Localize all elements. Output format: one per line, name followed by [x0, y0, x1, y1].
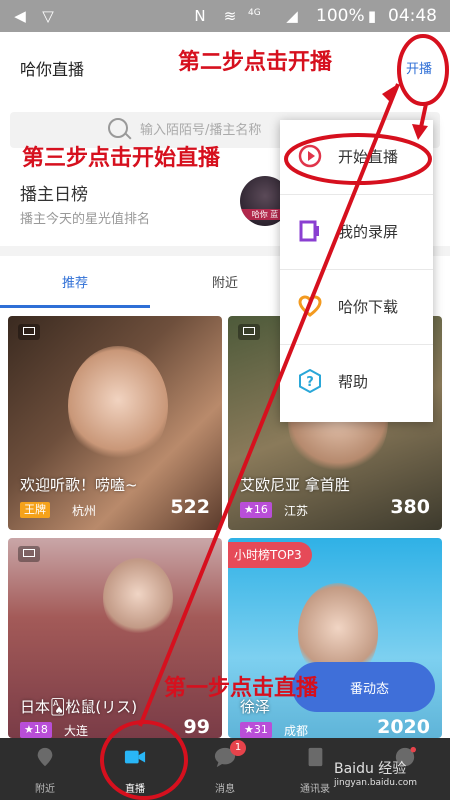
- battery-percent: 100%: [316, 6, 365, 26]
- ranking-title[interactable]: 播主日榜: [20, 180, 88, 205]
- start-live-menu: 开始直播 我的录屏 哈你下载 ? 帮助: [280, 120, 433, 422]
- streamer-photo: [68, 346, 168, 466]
- level-badge: ★18: [20, 722, 52, 738]
- tab-nearby[interactable]: 附近: [212, 272, 238, 291]
- back-circle-icon: ◀: [14, 7, 26, 25]
- screen-icon: [18, 324, 40, 340]
- unread-badge: 1: [230, 740, 246, 756]
- card-title: 艾欧尼亚 拿首胜: [240, 476, 350, 494]
- menu-item-label: 哈你下载: [338, 298, 399, 316]
- status-bar: ◀ ▽ N ≋ 4G ◢ 100% ▮ 04:48: [0, 0, 450, 32]
- level-value: 16: [253, 503, 268, 516]
- network-type: 4G: [248, 8, 261, 18]
- nav-messages[interactable]: 1 消息: [180, 738, 270, 800]
- help-icon: ?: [299, 369, 321, 393]
- menu-item-help[interactable]: ? 帮助: [280, 345, 433, 419]
- wifi-icon: ≋: [223, 7, 237, 25]
- annotation-step3: 第三步点击开始直播: [22, 146, 221, 171]
- card-title: 欢迎听歌！唠嗑~: [20, 476, 138, 494]
- watermark-url: jingyan.baidu.com: [334, 778, 418, 788]
- level-value: 31: [253, 723, 268, 736]
- card-location: 大连: [64, 724, 89, 738]
- play-circle-icon: [298, 144, 322, 168]
- menu-item-label: 我的录屏: [338, 223, 399, 241]
- viewer-count: 380: [390, 496, 430, 518]
- level-badge: ★31: [240, 722, 272, 738]
- card-location: 成都: [284, 724, 309, 738]
- active-tab-indicator: [0, 305, 150, 308]
- location-icon: [37, 747, 53, 767]
- live-card[interactable]: 日本🂡松鼠(リス) ★18 大连 99: [8, 538, 222, 738]
- menu-item-download[interactable]: 哈你下载: [280, 270, 433, 345]
- contacts-icon: [308, 747, 323, 767]
- nav-live[interactable]: 直播: [90, 738, 180, 800]
- watermark: Baidu 经验 jingyan.baidu.com: [334, 758, 417, 788]
- menu-item-start-live[interactable]: 开始直播: [280, 120, 433, 195]
- menu-item-label: 帮助: [338, 373, 369, 391]
- rank-badge: 王牌: [20, 502, 50, 518]
- nav-label: 消息: [215, 784, 235, 795]
- screen-record-icon: [299, 220, 319, 242]
- search-input[interactable]: [138, 118, 292, 142]
- annotation-step2: 第二步点击开播: [178, 50, 333, 75]
- ranking-subtitle: 播主今天的星光值排名: [20, 212, 151, 227]
- clock: 04:48: [388, 6, 437, 26]
- live-card[interactable]: 欢迎听歌！唠嗑~ 王牌 杭州 522: [8, 316, 222, 530]
- heart-download-icon: [298, 295, 322, 317]
- menu-item-label: 开始直播: [338, 148, 399, 166]
- annotation-step1: 第一步点击直播: [164, 676, 319, 701]
- menu-item-my-recordings[interactable]: 我的录屏: [280, 195, 433, 270]
- nfc-icon: N: [194, 7, 206, 25]
- viewer-count: 99: [183, 716, 210, 738]
- search-icon: [108, 118, 128, 138]
- screen-icon: [238, 324, 260, 340]
- nav-nearby[interactable]: 附近: [0, 738, 90, 800]
- screen-icon: [18, 546, 40, 562]
- feed-button-label: 番动态: [350, 682, 390, 697]
- nav-label: 附近: [35, 784, 55, 795]
- video-camera-icon: [124, 750, 146, 764]
- level-badge: ★16: [240, 502, 272, 518]
- hourly-top3-tag: 小时榜TOP3: [228, 542, 312, 568]
- tab-recommended[interactable]: 推荐: [62, 272, 88, 291]
- watermark-brand: Baidu 经验: [334, 761, 407, 777]
- nav-label: 直播: [125, 784, 145, 795]
- card-location: 杭州: [72, 504, 97, 518]
- signal-icon: ◢: [286, 7, 298, 25]
- viewer-count: 2020: [377, 716, 430, 738]
- level-value: 18: [33, 723, 48, 736]
- battery-icon: ▮: [367, 7, 377, 25]
- shield-icon: ▽: [42, 7, 54, 25]
- app-title: 哈你直播: [20, 60, 85, 79]
- viewer-count: 522: [170, 496, 210, 518]
- card-title: 日本🂡松鼠(リス): [20, 698, 138, 716]
- start-live-button[interactable]: 开播: [406, 58, 432, 77]
- streamer-photo: [103, 558, 173, 638]
- svg-text:?: ?: [306, 375, 314, 390]
- card-location: 江苏: [284, 504, 309, 518]
